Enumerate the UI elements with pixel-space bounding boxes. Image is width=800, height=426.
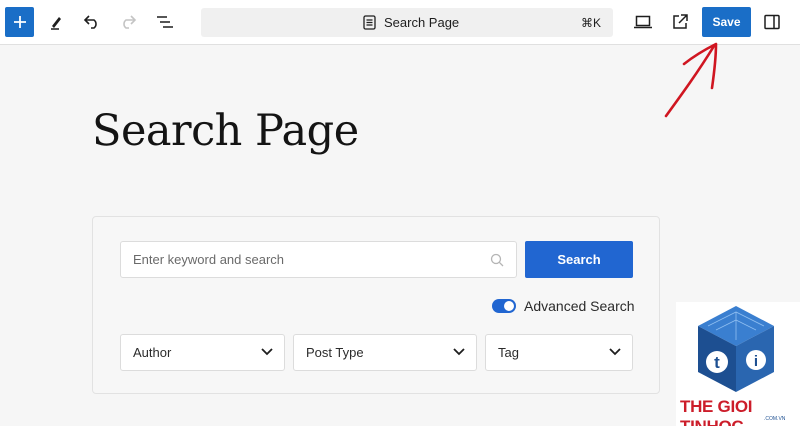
document-overview-button[interactable]	[151, 8, 179, 36]
search-input[interactable]	[133, 252, 473, 267]
advanced-search-label: Advanced Search	[524, 298, 635, 314]
filter-label: Tag	[498, 345, 519, 360]
tag-filter-select[interactable]: Tag	[485, 334, 633, 371]
filter-label: Author	[133, 345, 172, 360]
chevron-down-icon	[453, 348, 465, 356]
watermark-cube-logo: t i	[698, 306, 774, 392]
search-input-wrapper[interactable]	[120, 241, 517, 278]
post-type-filter-select[interactable]: Post Type	[293, 334, 477, 371]
command-palette-bar[interactable]: Search Page ⌘K	[201, 8, 613, 37]
search-button[interactable]: Search	[525, 241, 633, 278]
save-button[interactable]: Save	[702, 7, 751, 37]
search-block: Search Advanced Search Author Post Type …	[92, 216, 660, 394]
command-bar-title: Search Page	[384, 15, 460, 30]
undo-button[interactable]	[78, 8, 106, 36]
advanced-search-toggle[interactable]	[492, 299, 516, 313]
watermark-subtext: .COM.VN	[764, 416, 786, 422]
search-icon	[490, 253, 504, 267]
list-view-icon	[157, 16, 173, 28]
plus-icon	[13, 16, 26, 28]
undo-icon	[83, 15, 97, 29]
chevron-down-icon	[261, 348, 273, 356]
desktop-preview-icon	[634, 15, 652, 29]
redo-icon	[123, 15, 137, 29]
chevron-down-icon	[609, 348, 621, 356]
preview-button[interactable]	[629, 8, 657, 36]
block-inserter-button[interactable]	[5, 7, 34, 37]
svg-text:i: i	[754, 353, 758, 370]
pencil-icon	[51, 17, 61, 30]
page-title[interactable]: Search Page	[92, 106, 359, 156]
command-shortcut: ⌘K	[580, 15, 601, 30]
page-icon	[363, 15, 376, 30]
author-filter-select[interactable]: Author	[120, 334, 285, 371]
sidebar-icon	[764, 14, 780, 30]
view-page-button[interactable]	[666, 8, 694, 36]
command-bar-title-group: Search Page	[363, 8, 459, 37]
settings-sidebar-toggle[interactable]	[758, 8, 786, 36]
filter-label: Post Type	[306, 345, 364, 360]
tools-button[interactable]	[42, 8, 70, 36]
annotation-arrow	[664, 42, 718, 118]
advanced-search-row: Advanced Search	[492, 297, 635, 315]
redo-button[interactable]	[114, 8, 142, 36]
svg-text:t: t	[714, 353, 720, 372]
external-link-icon	[673, 14, 688, 29]
